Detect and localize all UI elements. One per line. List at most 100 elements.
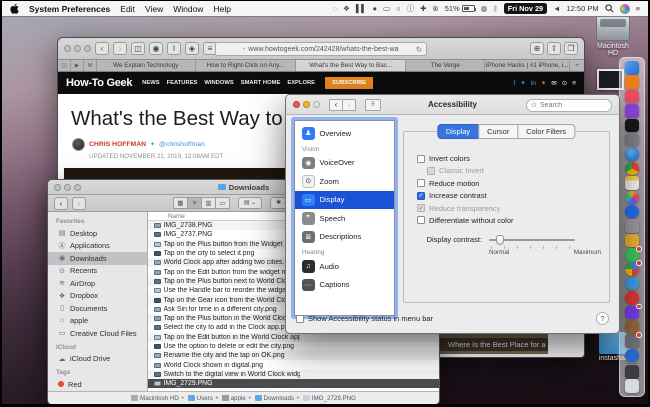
file-row[interactable]: Use the option to delete or edit the cit… (148, 342, 439, 351)
facebook-icon[interactable]: f (514, 80, 516, 87)
rss-icon[interactable]: ✶ (541, 79, 546, 87)
gallery-view-button[interactable]: ▭ (215, 197, 230, 209)
file-row[interactable]: IMG_2729.PNG (148, 379, 439, 389)
accessibility-item-speech[interactable]: ❞ Speech (295, 209, 394, 228)
tab-color-filters[interactable]: Color Filters (517, 124, 576, 139)
sync-status-icon[interactable]: ◌ (333, 1, 337, 17)
forward-button[interactable]: › (342, 98, 356, 111)
menu-date[interactable]: Fri Nov 29 (503, 3, 548, 14)
bluetooth-icon[interactable]: ᛒ (493, 1, 498, 17)
author-twitter-handle[interactable]: @chrishoffman (159, 141, 205, 148)
slider-handle[interactable] (495, 235, 504, 245)
battery-indicator[interactable]: 51% (445, 4, 477, 13)
dock-safari[interactable] (625, 147, 639, 161)
sidebar-item-creative-cloud-files[interactable]: ▭ Creative Cloud Files (48, 327, 147, 340)
dock-tv[interactable] (625, 118, 639, 133)
dock-minimized-window[interactable] (625, 365, 639, 379)
sidebar-item-dropbox[interactable]: ❖ Dropbox (48, 290, 147, 303)
pinned-tab-site[interactable]: ◫ (58, 60, 71, 71)
checkbox-row-classic-invert[interactable]: Classic Invert (427, 166, 514, 175)
path-segment[interactable]: Users (187, 395, 213, 402)
file-row[interactable]: Switch to the digital view in World Cloc… (148, 369, 439, 380)
new-tab-button[interactable]: + (570, 60, 584, 71)
author-name[interactable]: CHRIS HOFFMAN (89, 141, 146, 148)
dock-podcasts[interactable] (625, 104, 639, 118)
htg-nav-windows[interactable]: WINDOWS (204, 80, 233, 86)
status-dot-icon[interactable]: ○ (396, 1, 401, 17)
safari-tab-2[interactable]: How to Right-Click on Any... (196, 60, 297, 71)
sidebar-item-airdrop[interactable]: ≋ AirDrop (48, 277, 147, 290)
dock-camera-app[interactable] (625, 332, 642, 348)
checkbox-row-increase-contrast[interactable]: Increase contrast (417, 191, 514, 200)
safari-tab-4[interactable]: The Verge (406, 60, 486, 71)
menu-item-edit[interactable]: Edit (120, 4, 135, 14)
back-button[interactable]: ‹ (54, 196, 68, 210)
path-segment[interactable]: Downloads (254, 395, 294, 402)
sidebar-toggle-icon[interactable]: ◫ (131, 42, 145, 55)
email-icon[interactable]: ✉ (551, 79, 556, 87)
search-input[interactable] (527, 99, 611, 111)
backup-status-icon[interactable]: ⊛ (432, 1, 438, 17)
pinned-tab-youtube[interactable]: ▶ (71, 60, 84, 71)
extension-bar-icon[interactable]: I (167, 42, 181, 55)
twitter-icon[interactable]: ✦ (520, 79, 525, 87)
dock-notes[interactable] (625, 176, 639, 190)
tab-overview-icon[interactable]: ❐ (564, 42, 578, 55)
macintosh-hd-icon[interactable]: Macintosh HD (592, 15, 634, 57)
help-button[interactable]: ? (596, 312, 609, 325)
minimize-button[interactable] (74, 45, 81, 52)
dock-1password[interactable] (625, 348, 639, 363)
tab-cursor[interactable]: Cursor (478, 124, 519, 139)
sidebar-item-desktop[interactable]: ▤ Desktop (48, 227, 147, 240)
forward-button[interactable]: › (72, 196, 86, 210)
menu-item-window[interactable]: Window (173, 4, 203, 14)
notification-bell-icon[interactable]: ● (372, 1, 377, 17)
checkbox[interactable] (427, 166, 435, 175)
dock-photos[interactable] (625, 190, 639, 205)
path-segment[interactable]: IMG_2729.PNG (302, 395, 356, 402)
htg-nav-features[interactable]: FEATURES (167, 80, 198, 86)
menu-item-help[interactable]: Help (213, 4, 230, 14)
file-row[interactable]: World Clock shown in digital.png (148, 360, 439, 369)
sidebar-item-recents[interactable]: ⊙ Recents (48, 265, 147, 278)
accessibility-item-overview[interactable]: ♟ Overview (295, 124, 394, 143)
menu-item-view[interactable]: View (145, 4, 163, 14)
search-icon[interactable]: ⊙ (562, 79, 567, 87)
dropbox-icon[interactable]: ❖ (343, 1, 350, 17)
dock-butterfly-app[interactable] (625, 233, 639, 248)
fan-utility-icon[interactable]: ✚ (420, 1, 426, 17)
icon-view-button[interactable]: ▦ (173, 197, 188, 209)
show-all-preferences-button[interactable]: ⠿ (365, 98, 381, 111)
close-button[interactable] (64, 45, 71, 52)
htg-nav-smart-home[interactable]: SMART HOME (241, 80, 281, 86)
dock-trash[interactable] (625, 379, 639, 393)
path-segment[interactable]: apple (221, 395, 246, 402)
dock-blue-browser[interactable] (625, 276, 639, 291)
preferences-search-field[interactable]: ⊙ (526, 98, 612, 112)
safari-tab-5[interactable]: iPhone Hacks | #1 iPhone, i... (485, 60, 570, 71)
tab-display[interactable]: Display (436, 124, 480, 139)
dock-news[interactable] (625, 132, 639, 147)
siri-icon[interactable] (619, 3, 630, 14)
checkbox-row-differentiate-without-color[interactable]: Differentiate without color (417, 216, 514, 225)
apple-menu-icon[interactable] (10, 3, 19, 14)
htg-nav-explore[interactable]: EXPLORE (287, 80, 315, 86)
forward-button[interactable]: › (113, 42, 127, 55)
accessibility-title-bar[interactable]: ‹ › ⠿ Accessibility ⊙ (286, 95, 619, 115)
pinned-tab-gmail[interactable]: M (84, 60, 97, 71)
file-row[interactable]: Rename the city and the tap on OK.png (148, 351, 439, 361)
dock-vlc[interactable] (625, 75, 639, 89)
back-button[interactable]: ‹ (329, 98, 343, 111)
dock-purple-app[interactable] (625, 303, 642, 320)
checkbox[interactable] (417, 204, 425, 213)
path-segment[interactable]: Macintosh HD (131, 395, 179, 402)
display-mirroring-icon[interactable]: ▭ (383, 1, 390, 17)
volume-icon[interactable]: ◄ (553, 1, 560, 17)
notification-center-icon[interactable]: ≡ (636, 1, 640, 17)
accessibility-item-display[interactable]: ▭ Display (295, 190, 394, 209)
checkbox[interactable] (417, 216, 425, 225)
sidebar-item-documents[interactable]: ▯ Documents (48, 302, 147, 315)
contrast-slider[interactable]: Normal Maximum (489, 235, 601, 257)
checkbox-row-reduce-transparency[interactable]: Reduce transparency (417, 204, 514, 213)
list-view-button[interactable]: ≡ (187, 197, 202, 209)
